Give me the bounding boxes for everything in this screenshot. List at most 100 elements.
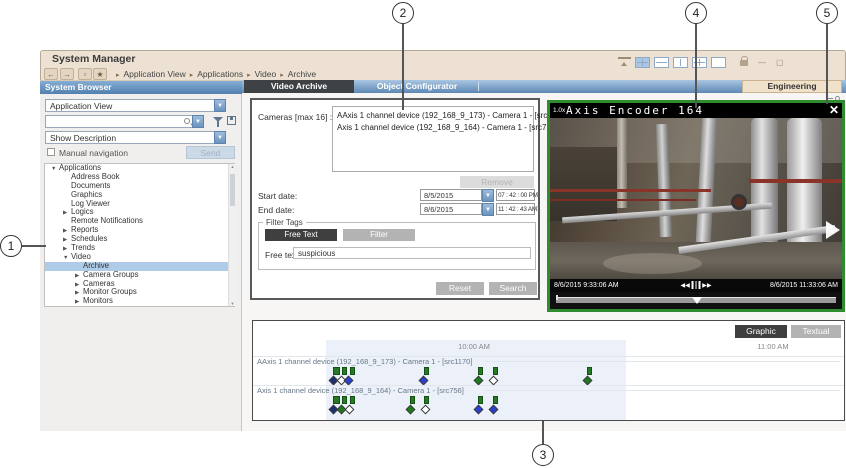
timeline-row-label: Axis 1 channel device (192_168_9_164) - … [257,386,464,395]
tree-item-label: Reports [71,225,98,234]
tab-video-archive[interactable]: Video Archive [244,80,354,93]
playback-controls[interactable]: ◀◀ ▶▶ [681,281,712,289]
free-text-input[interactable]: suspicious [293,247,531,259]
valve-wheel [731,194,747,210]
tree-item-cameras[interactable]: ▶Cameras [45,280,234,289]
tree-item-monitor-groups[interactable]: ▶Monitor Groups [45,288,234,297]
play-icon[interactable] [826,221,840,239]
callout-line-4 [695,24,697,108]
scrubber-track[interactable] [556,297,836,303]
timeline-chart[interactable]: 10:00 AM11:00 AMAAxis 1 channel device (… [253,340,844,420]
chevron-down-icon: ▼ [485,207,491,213]
tree-item-label: Applications [59,163,101,172]
breadcrumb-item[interactable]: Archive [288,69,316,79]
pause-bar-icon [695,281,697,289]
recording-segment-marker[interactable] [342,396,347,404]
callout-line-3 [542,421,544,444]
start-time-field[interactable]: 07 : 42 : 00 PM [496,189,535,201]
window-mode-button[interactable]: ▫ [78,68,92,80]
recording-segment-marker[interactable] [587,367,592,375]
start-date-field[interactable]: 8/5/2015 [420,189,482,201]
end-time-field[interactable]: 11 : 42 : 43 AM [496,203,535,215]
send-button[interactable]: Send [186,146,235,159]
filter-tags-group: Filter Tags Free Text Filter Free text s… [258,222,536,270]
end-time-spinner[interactable]: ▲▼ [535,203,542,215]
camera-list-item[interactable]: AAxis 1 channel device (192_168_9_173) -… [337,110,533,122]
back-button[interactable]: ← [44,68,58,80]
callout-4: 4 [685,2,707,24]
breadcrumb-item[interactable]: Video [255,69,277,79]
forward-button[interactable]: → [60,68,74,80]
clip-end-timestamp: 8/6/2015 11:33:06 AM [770,282,838,289]
forward-arrow-icon: → [63,70,71,79]
recording-segment-marker[interactable] [424,367,429,375]
view-select[interactable]: Application View [45,99,215,112]
recording-segment-marker[interactable] [410,396,415,404]
start-date-arrow[interactable]: ▼ [482,189,494,202]
save-icon[interactable] [227,116,236,125]
recording-segment-marker[interactable] [342,367,347,375]
filter-icon[interactable] [213,117,223,122]
scrubber-handle[interactable] [692,297,702,304]
reset-button[interactable]: Reset [436,282,484,295]
search-button[interactable]: Search [489,282,537,295]
recording-segment-marker[interactable] [478,367,483,375]
description-select[interactable]: Show Description [45,131,215,144]
rewind-icon[interactable]: ◀◀ [681,282,690,289]
tab-object-configurator[interactable]: Object Configurator [356,80,478,93]
recording-segment-marker[interactable] [333,367,340,375]
close-icon[interactable]: ✕ [829,103,839,117]
end-date-field[interactable]: 8/6/2015 [420,203,482,215]
tab-separator [478,82,479,91]
breadcrumb-item[interactable]: Applications [197,69,243,79]
free-text-tab[interactable]: Free Text [265,229,337,241]
recording-segment-marker[interactable] [493,367,498,375]
tree-item-monitors[interactable]: ▶Monitors [45,297,234,306]
tree-item-label: Monitor Groups [83,287,137,296]
tree-item-label: Logics [71,207,94,216]
callout-2: 2 [392,2,414,24]
cameras-listbox[interactable]: AAxis 1 channel device (192_168_9_173) -… [332,106,534,172]
player-scrubber[interactable] [550,292,842,309]
favorites-button[interactable]: ★ [93,68,107,80]
scroll-down-icon[interactable]: ▼ [229,301,236,306]
graphic-button[interactable]: Graphic [735,325,787,338]
callout-5: 5 [816,2,838,24]
recording-segment-marker[interactable] [478,396,483,404]
tree-item-camera-groups[interactable]: ▶Camera Groups [45,271,234,280]
video-archive-form: Cameras [max 16] : AAxis 1 channel devic… [250,98,540,300]
view-select-arrow[interactable]: ▼ [214,99,226,112]
search-input[interactable] [45,115,193,128]
end-date-arrow[interactable]: ▼ [482,203,494,216]
scrollbar-thumb[interactable] [230,174,235,206]
description-select-arrow[interactable]: ▼ [214,131,226,144]
recording-segment-marker[interactable] [424,396,429,404]
tree-item-archive[interactable]: Archive [45,262,234,271]
search-dropdown-arrow[interactable]: ▼ [192,115,204,128]
callout-line-5 [826,24,828,104]
results-timeline-panel: Graphic Textual 10:00 AM11:00 AMAAxis 1 … [252,320,845,421]
fast-forward-icon[interactable]: ▶▶ [702,282,711,289]
tree-item-video[interactable]: ▼Video [45,253,234,262]
textual-button[interactable]: Textual [791,325,841,338]
tree-item-sequences[interactable]: ▼Sequences [45,306,234,307]
chevron-down-icon: ▼ [217,103,223,109]
breadcrumb-item[interactable]: Application View [124,69,186,79]
navigation-tree: ▼ApplicationsAddress BookDocumentsGraphi… [44,163,235,307]
manual-navigation-checkbox[interactable] [47,148,55,156]
chevron-down-icon: ▼ [485,193,491,199]
start-time-spinner[interactable]: ▲▼ [535,189,542,201]
timeline-tick-label: 10:00 AM [458,342,490,351]
camera-list-item[interactable]: Axis 1 channel device (192_168_9_164) - … [337,122,533,134]
tab-bar: Video Archive Object Configurator Engine… [242,80,846,93]
filter-tab[interactable]: Filter [343,229,415,241]
tree-scrollbar[interactable]: ▲ ▼ [228,164,235,306]
tree-item-label: Address Book [71,172,120,181]
scroll-up-icon[interactable]: ▲ [229,164,236,169]
recording-segment-marker[interactable] [350,396,355,404]
recording-segment-marker[interactable] [350,367,355,375]
recording-segment-marker[interactable] [333,396,340,404]
recording-segment-marker[interactable] [493,396,498,404]
breadcrumb[interactable]: ▸Application View▸Applications▸Video▸Arc… [112,69,316,79]
remove-button[interactable]: Remove [460,176,534,188]
